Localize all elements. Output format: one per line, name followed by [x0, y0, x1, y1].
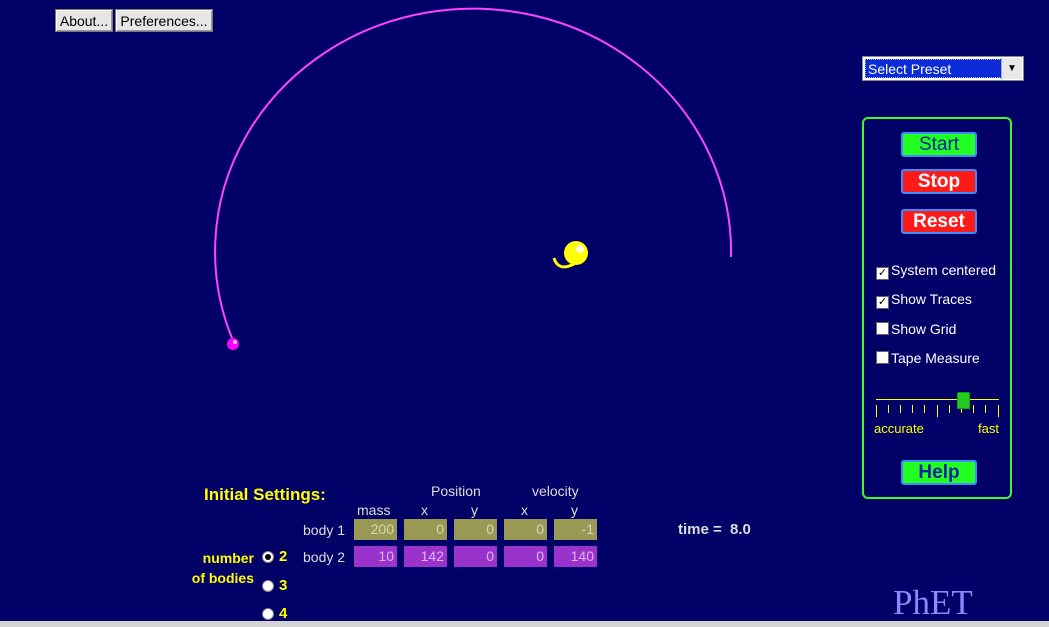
body-2-y-field[interactable]: 0 — [454, 546, 497, 567]
bodies-radio-3-label: 3 — [279, 577, 288, 594]
planet-highlight — [233, 340, 237, 344]
time-value: 8.0 — [730, 521, 751, 538]
bodies-radio-4-label: 4 — [279, 605, 288, 622]
sun-body[interactable] — [564, 241, 588, 265]
checkbox-show-traces-box[interactable]: ✓ — [876, 296, 889, 309]
slider-label-fast: fast — [978, 421, 999, 436]
show-traces-label: Show Traces — [891, 291, 972, 307]
mass-header: mass — [357, 502, 391, 518]
phet-logo[interactable]: PhET — [893, 583, 973, 623]
position-header: Position — [431, 483, 481, 499]
slider-label-accurate: accurate — [874, 421, 924, 436]
number-of-bodies-label: number of bodies — [186, 548, 254, 588]
tape-measure-checkbox[interactable]: Tape Measure — [876, 349, 980, 367]
checkbox-show-grid-box[interactable] — [876, 322, 889, 335]
body-2-vy-field[interactable]: 140 — [554, 546, 597, 567]
bodies-radio-4[interactable] — [262, 608, 274, 620]
time-label: time = — [678, 521, 722, 538]
body-2-label: body 2 — [303, 549, 346, 565]
system-centered-checkbox[interactable]: ✓ System centered — [876, 261, 997, 280]
initial-settings-title: Initial Settings: — [204, 485, 326, 504]
show-traces-checkbox[interactable]: ✓ Show Traces — [876, 290, 972, 309]
velocity-y-header: y — [571, 502, 578, 518]
body-2-mass-field[interactable]: 10 — [354, 546, 397, 567]
number-label-line-1: number — [202, 550, 254, 566]
position-y-header: y — [471, 502, 478, 518]
body-2-vx-field[interactable]: 0 — [504, 546, 547, 567]
bodies-radio-2-label: 2 — [279, 548, 288, 565]
stop-button[interactable]: Stop — [901, 169, 977, 194]
start-button[interactable]: Start — [901, 132, 977, 157]
tape-measure-label: Tape Measure — [891, 350, 980, 366]
body-1-label: body 1 — [303, 522, 346, 538]
velocity-header: velocity — [532, 483, 579, 499]
preset-dropdown[interactable]: Select Preset ▼ — [862, 56, 1024, 81]
checkbox-system-centered-box[interactable]: ✓ — [876, 267, 889, 280]
speed-slider-thumb[interactable] — [957, 392, 970, 409]
checkbox-tape-measure-box[interactable] — [876, 351, 889, 364]
body-1-vy-field[interactable]: -1 — [554, 519, 597, 540]
system-centered-label: System centered — [891, 262, 997, 278]
control-panel: Start Stop Reset ✓ System centered ✓ Show … — [862, 117, 1012, 499]
reset-button[interactable]: Reset — [901, 209, 977, 234]
chevron-down-icon[interactable]: ▼ — [1001, 58, 1022, 79]
help-button[interactable]: Help — [901, 460, 977, 485]
body-2-x-field[interactable]: 142 — [404, 546, 447, 567]
velocity-x-header: x — [521, 502, 528, 518]
bodies-radio-2[interactable] — [262, 551, 274, 563]
show-grid-checkbox[interactable]: Show Grid — [876, 320, 956, 338]
bodies-radio-3[interactable] — [262, 580, 274, 592]
body-1-y-field[interactable]: 0 — [454, 519, 497, 540]
sun-highlight — [576, 245, 584, 253]
planet-body[interactable] — [227, 338, 239, 350]
preset-selected-value: Select Preset — [865, 59, 1002, 78]
position-x-header: x — [421, 502, 428, 518]
bottom-bar — [0, 621, 1049, 627]
show-grid-label: Show Grid — [891, 321, 957, 337]
speed-slider-track[interactable] — [876, 399, 999, 400]
body-1-mass-field[interactable]: 200 — [354, 519, 397, 540]
number-label-line-2: of bodies — [191, 570, 254, 586]
speed-slider-ticks — [876, 405, 1000, 417]
body-1-x-field[interactable]: 0 — [404, 519, 447, 540]
body-1-vx-field[interactable]: 0 — [504, 519, 547, 540]
planet-trace — [214, 7, 733, 344]
